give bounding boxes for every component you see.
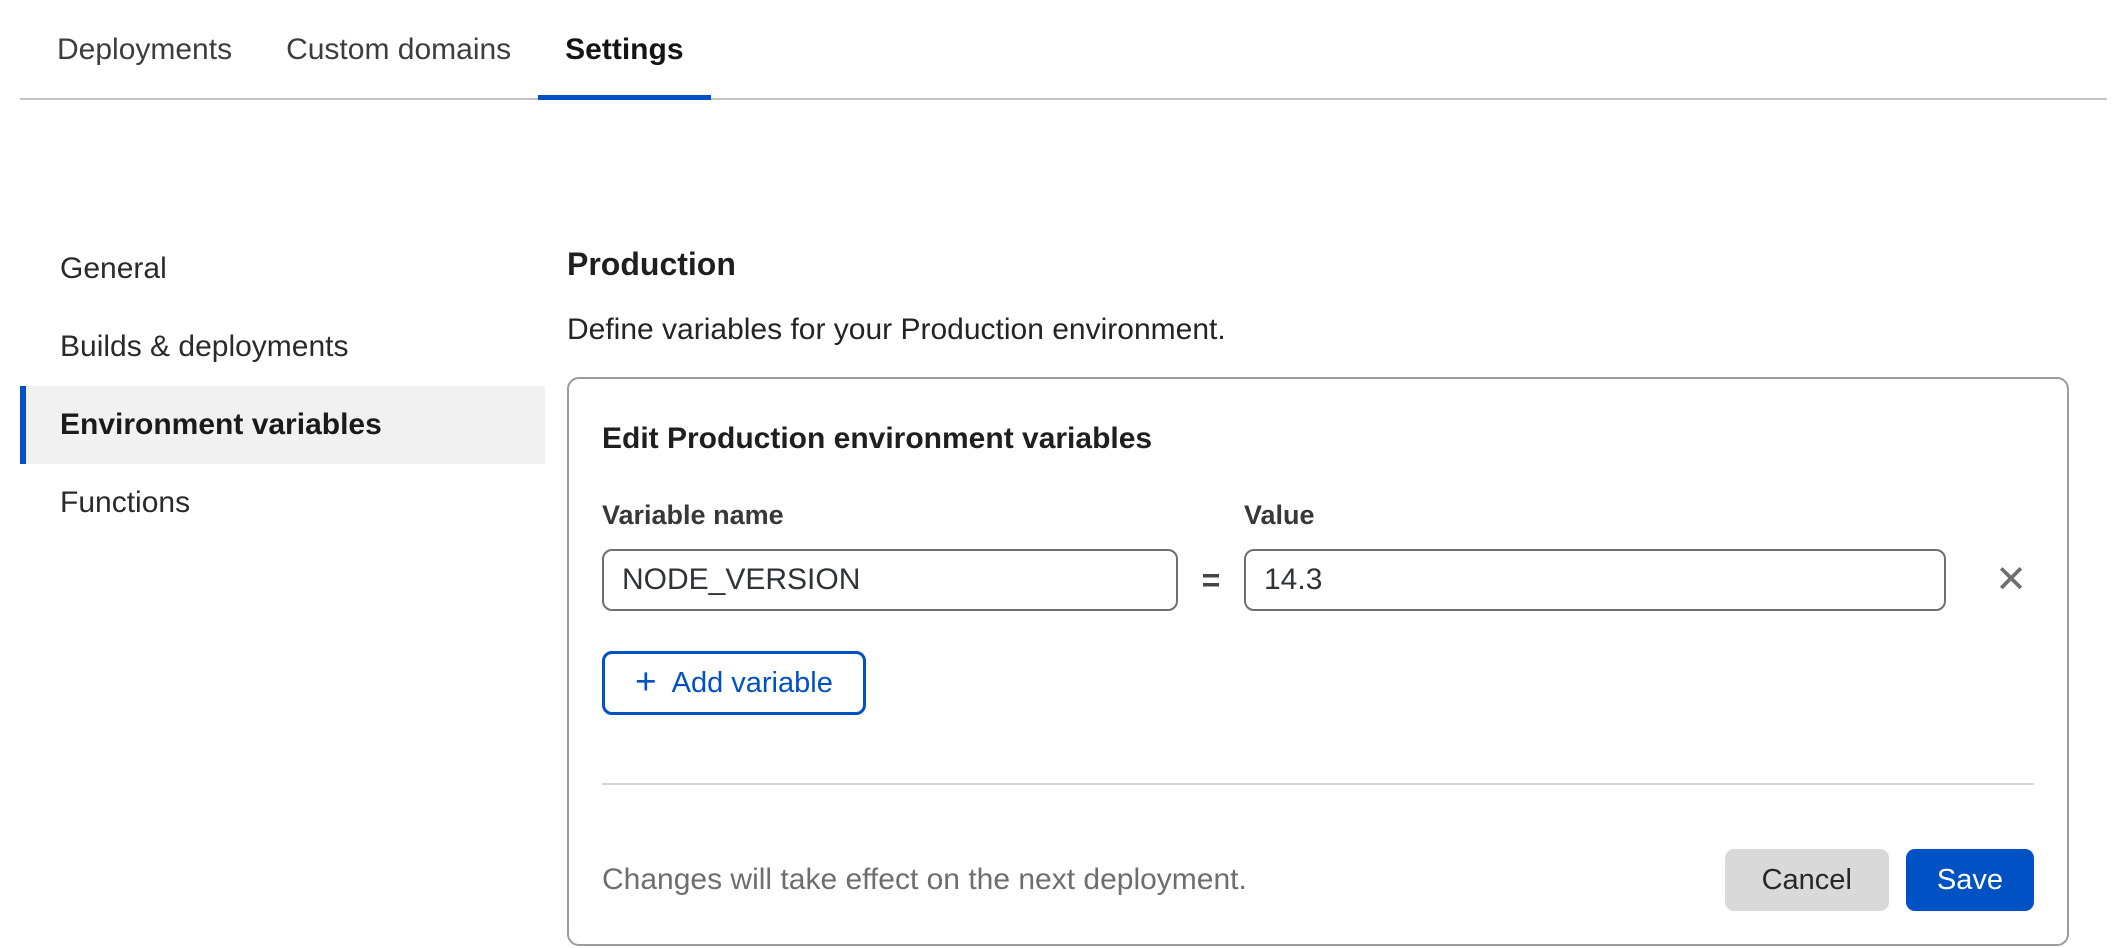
variable-value-input[interactable] <box>1244 549 1946 611</box>
close-icon: ✕ <box>1995 559 2027 601</box>
environment-variables-card: Edit Production environment variables Va… <box>567 377 2069 946</box>
sidebar-item-environment-variables[interactable]: Environment variables <box>20 386 545 464</box>
tab-custom-domains[interactable]: Custom domains <box>259 33 538 98</box>
plus-icon: + <box>635 663 657 700</box>
card-divider <box>602 783 2034 785</box>
page-title: Production <box>567 246 2069 283</box>
card-heading: Edit Production environment variables <box>602 422 2034 456</box>
card-footer: Changes will take effect on the next dep… <box>602 849 2034 944</box>
main-content: Production Define variables for your Pro… <box>545 230 2121 946</box>
tab-settings[interactable]: Settings <box>538 33 710 98</box>
variable-row: Variable name = Value ✕ <box>602 500 2034 611</box>
add-variable-label: Add variable <box>672 667 833 700</box>
cancel-button[interactable]: Cancel <box>1725 849 1889 911</box>
variable-value-label: Value <box>1244 500 1946 531</box>
variable-name-input[interactable] <box>602 549 1178 611</box>
settings-sidebar: General Builds & deployments Environment… <box>0 230 545 542</box>
tab-bar: Deployments Custom domains Settings <box>20 0 2107 100</box>
sidebar-item-general[interactable]: General <box>20 230 545 308</box>
add-variable-button[interactable]: + Add variable <box>602 651 866 715</box>
sidebar-item-builds-deployments[interactable]: Builds & deployments <box>20 308 545 386</box>
variable-name-label: Variable name <box>602 500 1178 531</box>
settings-layout: General Builds & deployments Environment… <box>0 230 2121 946</box>
tab-deployments[interactable]: Deployments <box>30 33 259 98</box>
footer-note: Changes will take effect on the next dep… <box>602 863 1247 897</box>
variable-value-field: Value <box>1244 500 1946 611</box>
equals-sign: = <box>1178 549 1244 611</box>
save-button[interactable]: Save <box>1906 849 2034 911</box>
footer-actions: Cancel Save <box>1725 849 2034 911</box>
sidebar-item-functions[interactable]: Functions <box>20 464 545 542</box>
page-subtitle: Define variables for your Production env… <box>567 313 2069 347</box>
remove-variable-button[interactable]: ✕ <box>1988 557 2034 603</box>
variable-name-field: Variable name <box>602 500 1178 611</box>
